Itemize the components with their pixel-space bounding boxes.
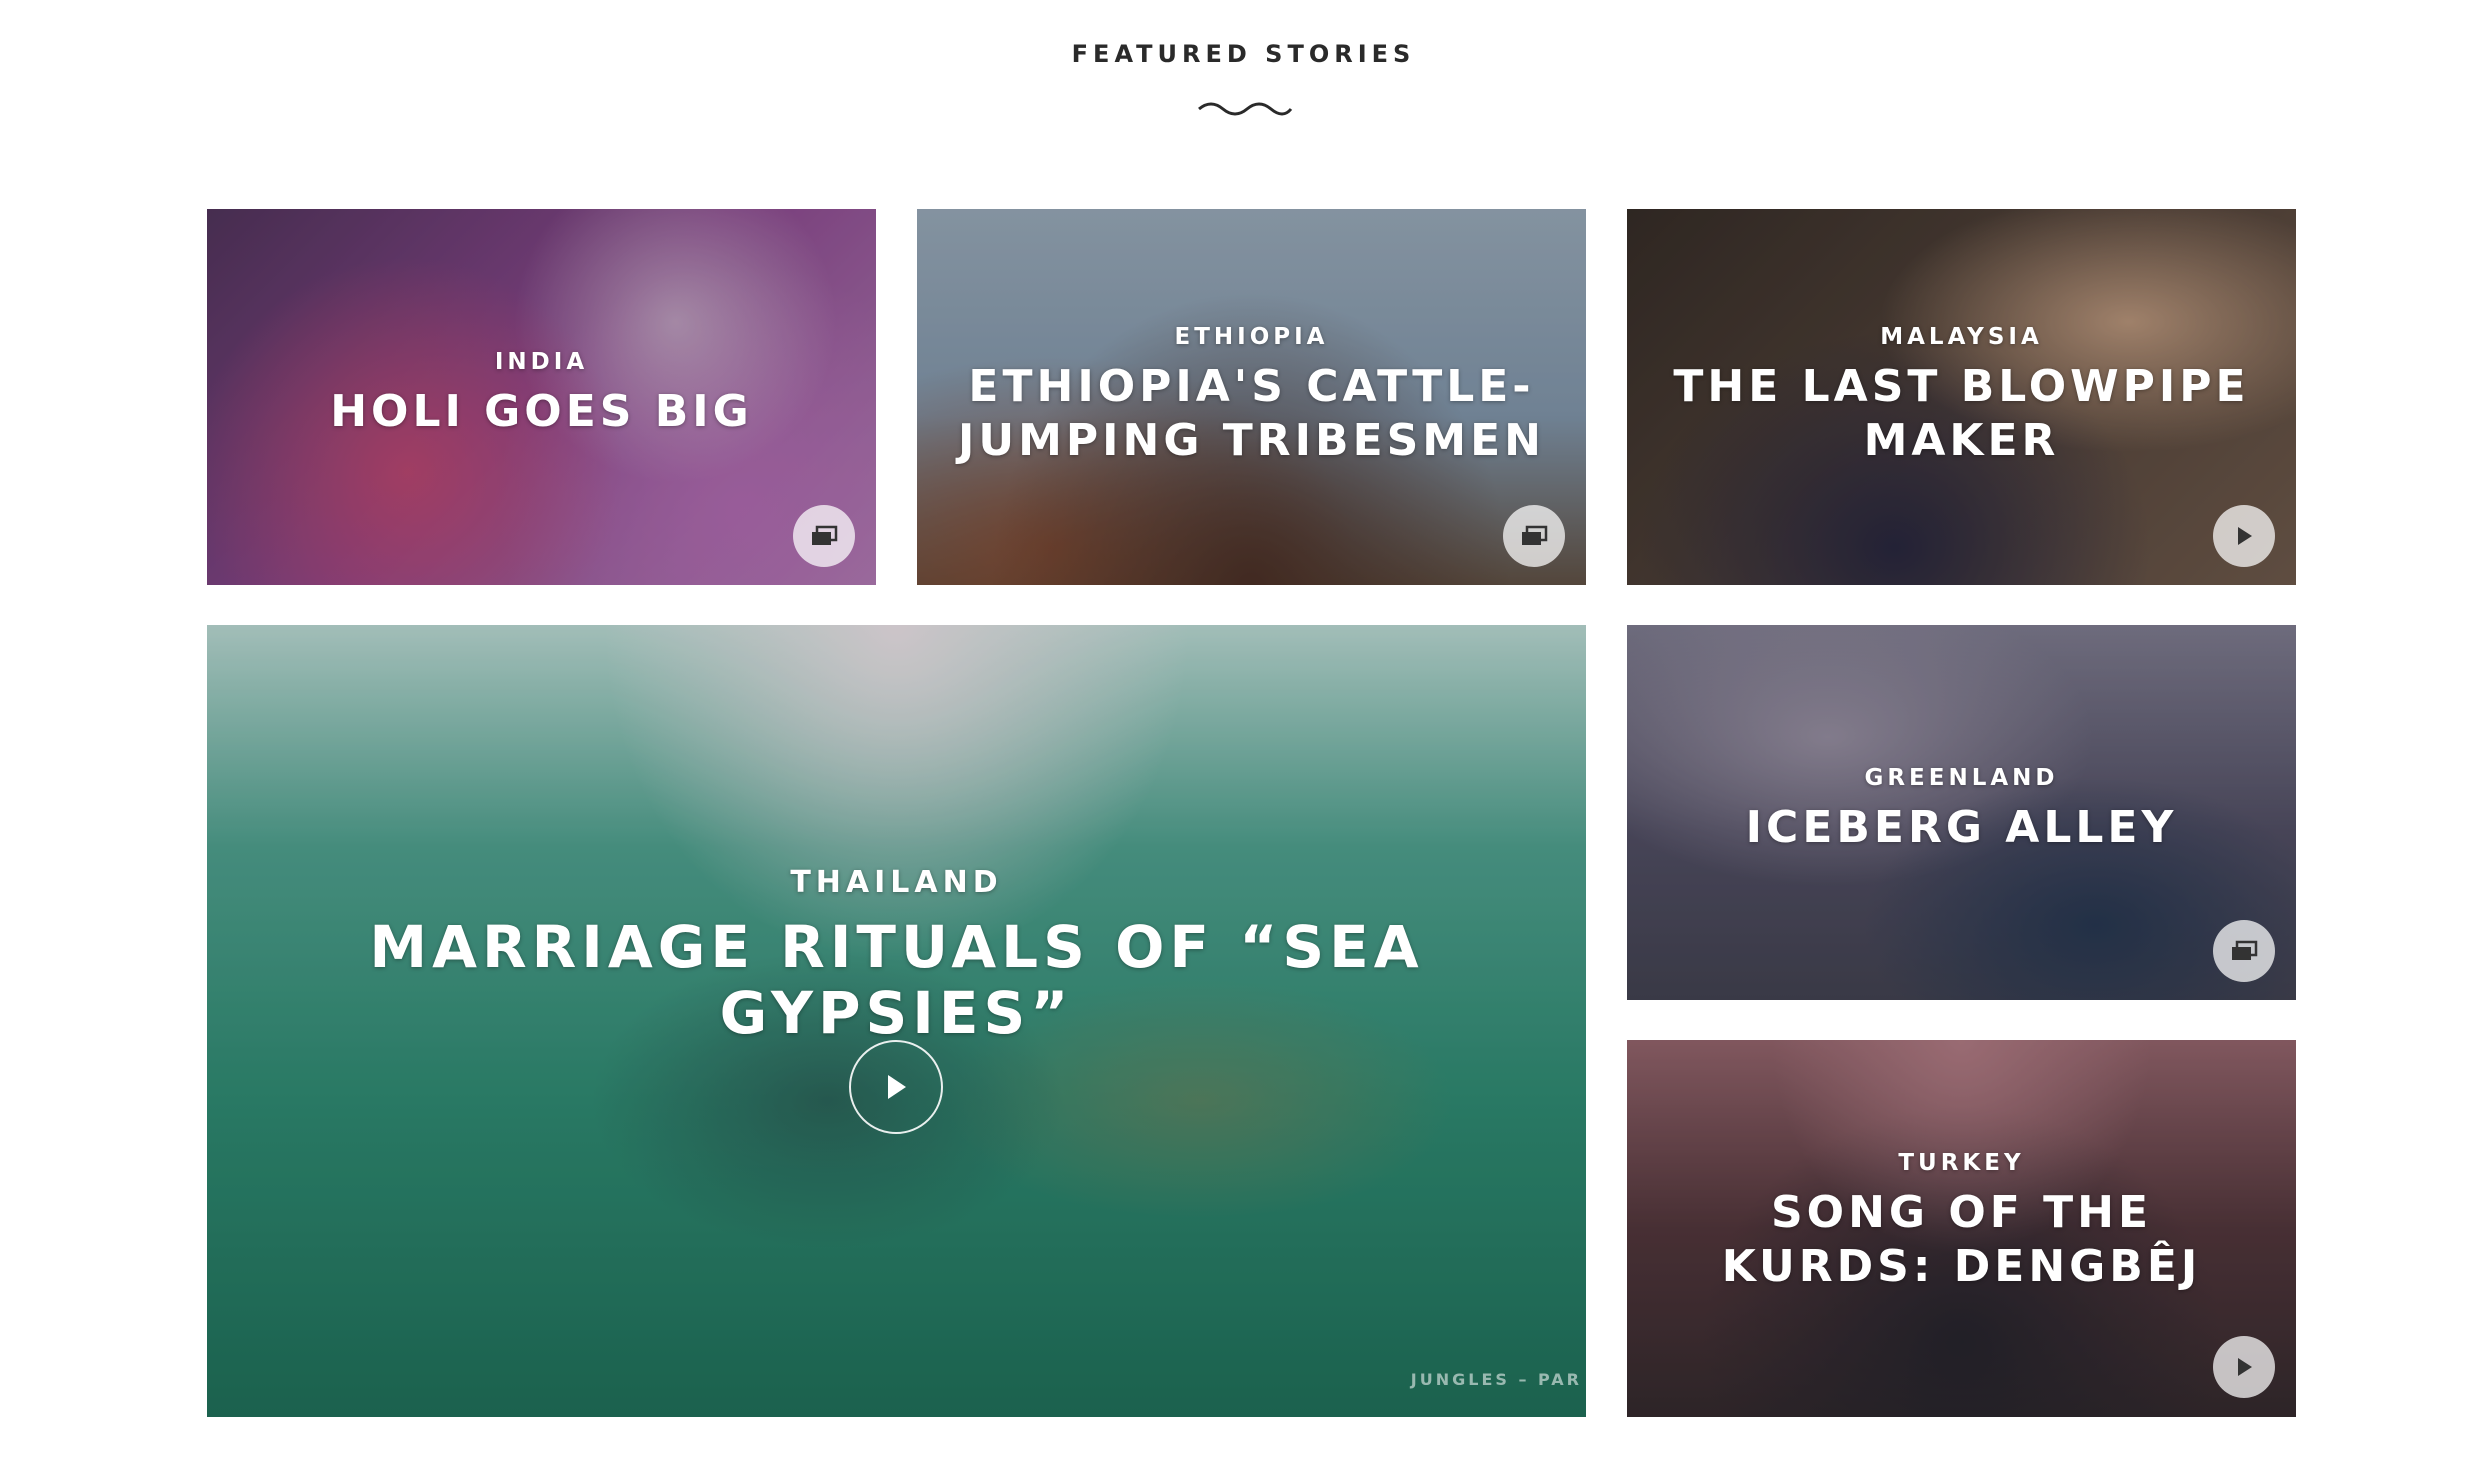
play-badge	[2213, 1336, 2275, 1398]
gallery-icon	[1522, 525, 1548, 545]
story-country: INDIA	[494, 349, 589, 375]
story-country: TURKEY	[1898, 1150, 2025, 1176]
gallery-badge	[1503, 505, 1565, 567]
story-title: MARRIAGE RITUALS OF “SEA GYPSIES”	[369, 913, 1424, 1047]
story-title: ICEBERG ALLEY	[1745, 802, 2178, 853]
story-country: ETHIOPIA	[1174, 324, 1329, 350]
play-button[interactable]	[849, 1040, 943, 1134]
story-card-turkey[interactable]: TURKEY SONG OF THE KURDS: DENGBÊJ	[1627, 1040, 2296, 1417]
play-badge	[2213, 505, 2275, 567]
story-card-malaysia[interactable]: MALAYSIA THE LAST BLOWPIPE MAKER	[1627, 209, 2296, 585]
gallery-badge	[2213, 920, 2275, 982]
story-card-thailand[interactable]: THAILAND MARRIAGE RITUALS OF “SEA GYPSIE…	[207, 625, 1586, 1417]
story-country: GREENLAND	[1864, 765, 2059, 791]
story-title: THE LAST BLOWPIPE MAKER	[1673, 361, 2250, 466]
section-title: FEATURED STORIES	[1071, 40, 1416, 68]
story-title: SONG OF THE KURDS: DENGBÊJ	[1721, 1187, 2202, 1292]
story-title: ETHIOPIA'S CATTLE-JUMPING TRIBESMEN	[958, 361, 1545, 466]
wave-divider-icon	[1198, 102, 1293, 116]
story-card-ethiopia[interactable]: ETHIOPIA ETHIOPIA'S CATTLE-JUMPING TRIBE…	[917, 209, 1586, 585]
story-country: THAILAND	[790, 865, 1003, 900]
play-icon	[2238, 527, 2252, 545]
gallery-badge	[793, 505, 855, 567]
gallery-icon	[2232, 940, 2258, 960]
play-icon	[2238, 1358, 2252, 1376]
story-card-india[interactable]: INDIA HOLI GOES BIG	[207, 209, 876, 585]
story-card-greenland[interactable]: GREENLAND ICEBERG ALLEY	[1627, 625, 2296, 1000]
gallery-icon	[812, 525, 838, 545]
video-watermark: JUNGLES – PAR	[1410, 1370, 1582, 1389]
play-icon	[888, 1075, 906, 1099]
story-country: MALAYSIA	[1880, 324, 2043, 350]
story-title: HOLI GOES BIG	[330, 386, 753, 437]
